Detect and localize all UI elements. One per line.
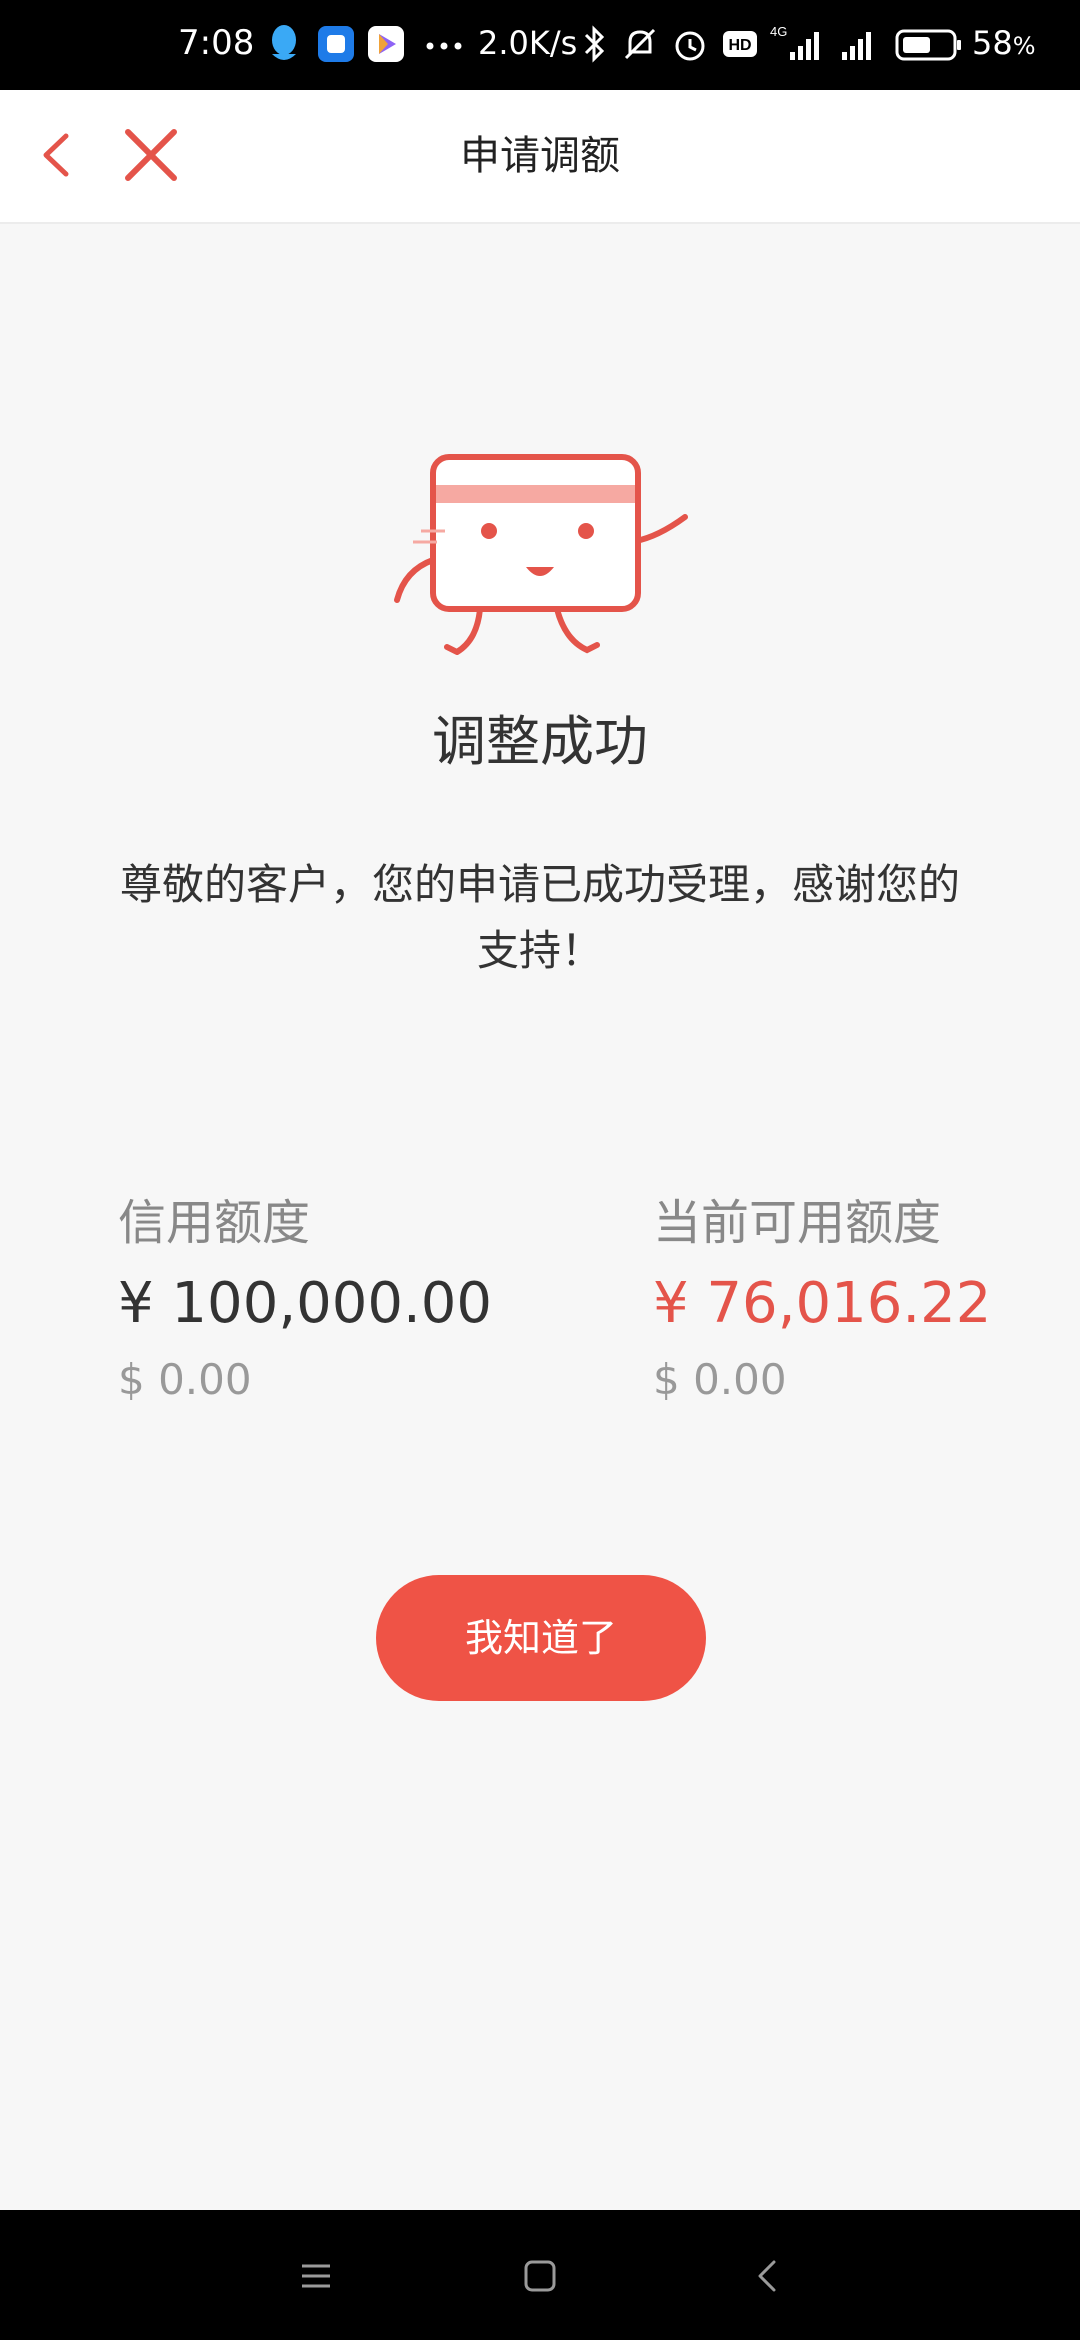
svg-text:HD: HD <box>728 37 751 54</box>
app-icon <box>318 26 354 62</box>
success-message: 尊敬的客户，您的申请已成功受理，感谢您的支持！ <box>120 860 961 975</box>
alarm-icon <box>675 31 705 61</box>
play-store-icon <box>368 26 404 62</box>
status-bar: 7:08 2.0K/s HD 4G 58% <box>0 0 1080 90</box>
bluetooth-icon <box>584 25 605 63</box>
battery-percent: 58% <box>972 24 1036 62</box>
qq-icon <box>272 25 296 60</box>
credit-limit: 信用额度 ¥ 100,000.00 $ 0.00 <box>118 1190 492 1410</box>
silent-icon <box>624 28 656 60</box>
signal-icon <box>842 32 871 60</box>
credit-limit-label: 信用额度 <box>118 1195 311 1251</box>
signal-4g-icon: 4G <box>770 24 819 60</box>
got-it-button[interactable]: 我知道了 <box>376 1575 706 1701</box>
page-title: 申请调额 <box>460 133 620 179</box>
credit-limit-usd: $ 0.00 <box>118 1355 252 1404</box>
battery-icon <box>895 29 961 61</box>
status-time: 7:08 <box>178 23 255 63</box>
available-limit-usd: $ 0.00 <box>653 1355 787 1404</box>
home-icon[interactable] <box>510 2246 570 2306</box>
header: 申请调额 <box>0 90 1080 224</box>
available-limit-label: 当前可用额度 <box>653 1195 942 1251</box>
available-limit-value: ¥ 76,016.22 <box>653 1271 992 1336</box>
menu-icon[interactable] <box>286 2246 346 2306</box>
svg-text:4G: 4G <box>770 24 787 39</box>
navigation-bar <box>0 2210 1080 2340</box>
available-limit: 当前可用额度 ¥ 76,016.22 $ 0.00 <box>653 1190 991 1410</box>
card-mascot-icon <box>394 454 688 655</box>
credit-limit-value: ¥ 100,000.00 <box>118 1271 493 1336</box>
back-icon[interactable] <box>738 2246 798 2306</box>
network-speed: 2.0K/s <box>478 24 578 62</box>
hd-icon: HD <box>723 31 757 57</box>
more-dots-icon <box>426 42 462 50</box>
success-title: 调整成功 <box>432 710 648 773</box>
